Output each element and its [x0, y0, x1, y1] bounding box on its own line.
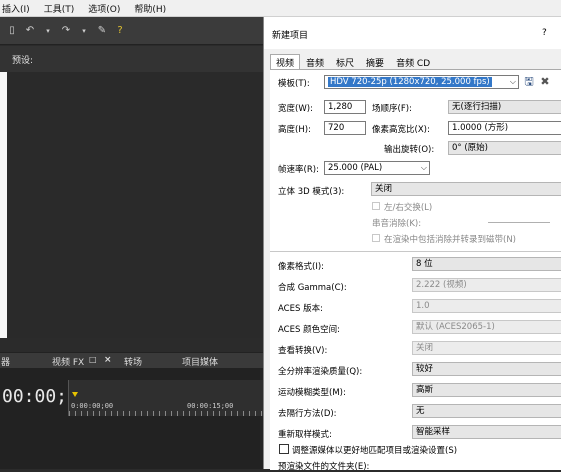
help-button[interactable]: ? — [542, 28, 547, 38]
tab-explorer[interactable]: 器 — [1, 355, 10, 368]
left-edge-panel — [0, 72, 7, 338]
adjust-media-label: 调整源媒体以更好地匹配项目或渲染设置(S) — [292, 446, 458, 456]
pixel-aspect-label: 像素高宽比(X): — [372, 125, 430, 135]
timeline-ruler[interactable]: 0:00:00;00 00:00:15;00 — [68, 380, 264, 416]
redo-dropdown-icon[interactable]: ▾ — [78, 25, 90, 37]
swap-lr-checkbox[interactable] — [372, 202, 380, 210]
height-input[interactable]: 720 — [324, 121, 366, 135]
menu-help[interactable]: 帮助(H) — [134, 2, 166, 15]
tab-transitions[interactable]: 转场 — [124, 355, 142, 368]
chevron-down-icon: ⌵ — [509, 77, 516, 86]
pixel-format-label: 像素格式(I): — [278, 262, 325, 272]
chevron-down-icon: ⌵ — [420, 163, 427, 172]
frame-rate-label: 帧速率(R): — [278, 165, 319, 175]
video-settings-panel: 模板(T): HDV 720-25p (1280x720, 25.000 fps… — [270, 69, 561, 472]
output-rotation-select[interactable]: 0° (原始) — [448, 141, 561, 155]
ruler-ticks — [69, 411, 264, 416]
tab-audio[interactable]: 音频 — [300, 54, 330, 69]
aces-version-label: ACES 版本: — [278, 304, 323, 314]
menu-insert[interactable]: 插入(I) — [2, 2, 30, 15]
maximize-icon[interactable]: □ — [89, 355, 97, 364]
preview-panel — [7, 72, 263, 338]
stereo3d-label: 立体 3D 模式(3): — [278, 187, 345, 197]
width-label: 宽度(W): — [278, 104, 313, 114]
undo-icon[interactable]: ↶ — [24, 25, 36, 37]
include-crosstalk-label: 在渲染中包括消除并转录到磁带(N) — [384, 235, 516, 245]
new-project-dialog: 新建项目 ? 视频 音频 标尺 摘要 音频 CD 模板(T): HDV 720-… — [263, 17, 561, 472]
redo-icon[interactable]: ↷ — [60, 25, 72, 37]
gamma-select[interactable]: 2.222 (视频) — [412, 278, 561, 292]
delete-template-icon[interactable]: ✖ — [538, 75, 552, 89]
include-crosstalk-checkbox[interactable] — [372, 234, 380, 242]
template-select[interactable]: HDV 720-25p (1280x720, 25.000 fps) ⌵ — [324, 75, 519, 89]
dialog-titlebar: 新建项目 ? — [264, 17, 561, 49]
resample-label: 重新取样模式: — [278, 430, 332, 440]
aces-version-select[interactable]: 1.0 — [412, 299, 561, 313]
menu-bar: 插入(I) 工具(T) 选项(O) 帮助(H) — [0, 0, 561, 17]
pixel-format-select[interactable]: 8 位 — [412, 257, 561, 271]
prerender-folder-label: 预渲染文件的文件夹(E): — [278, 462, 370, 472]
tab-ruler[interactable]: 标尺 — [330, 54, 360, 69]
adjust-media-checkbox[interactable] — [279, 444, 289, 454]
render-quality-select[interactable]: 较好 — [412, 362, 561, 376]
crosstalk-slider[interactable] — [488, 222, 550, 223]
menu-tools[interactable]: 工具(T) — [44, 2, 75, 15]
resample-select[interactable]: 智能采样 — [412, 425, 561, 439]
preset-label: 预设: — [12, 56, 34, 66]
aces-color-label: ACES 颜色空间: — [278, 325, 340, 335]
deinterlace-select[interactable]: 无 — [412, 404, 561, 418]
main-toolbar: ▯ ↶ ▾ ↷ ▾ ✎ ? — [0, 17, 263, 45]
properties-icon[interactable]: ✎ — [96, 25, 108, 37]
aces-color-select[interactable]: 默认 (ACES2065-1) — [412, 320, 561, 334]
template-label: 模板(T): — [278, 79, 310, 89]
ruler-start-label: 0:00:00;00 — [71, 402, 114, 410]
render-quality-label: 全分辨率渲染质量(Q): — [278, 367, 363, 377]
width-input[interactable]: 1,280 — [324, 100, 366, 114]
menu-options[interactable]: 选项(O) — [88, 2, 120, 15]
output-rotation-label: 输出旋转(O): — [384, 145, 435, 155]
gamma-label: 合成 Gamma(C): — [278, 283, 347, 293]
frame-rate-value: 25.000 (PAL) — [328, 163, 383, 173]
ruler-mid-label: 00:00:15;00 — [187, 402, 234, 410]
field-order-select[interactable]: 无(逐行扫描) — [448, 100, 561, 114]
crosstalk-label: 串音消除(K): — [372, 219, 422, 229]
stereo3d-select[interactable]: 关闭 — [371, 182, 561, 196]
tab-video[interactable]: 视频 — [270, 54, 301, 69]
deinterlace-label: 去隔行方法(D): — [278, 409, 337, 419]
playhead-marker-icon[interactable] — [72, 392, 78, 397]
save-template-icon[interactable]: 🖫 — [522, 75, 536, 89]
section-divider — [270, 251, 561, 252]
paste-icon[interactable]: ▯ — [6, 25, 18, 37]
timeline-area: 00:00;00 0:00:00;00 00:00:15;00 — [0, 368, 264, 469]
docked-tab-bar: 器 视频 FX □ × 转场 项目媒体 — [0, 352, 263, 368]
preview-header: 预设: — [0, 46, 263, 73]
help-pointer-icon[interactable]: ? — [114, 25, 126, 37]
field-order-label: 场顺序(F): — [372, 104, 412, 114]
close-icon[interactable]: × — [104, 355, 112, 365]
motion-blur-select[interactable]: 高斯 — [412, 383, 561, 397]
tab-video-fx[interactable]: 视频 FX — [52, 355, 84, 368]
frame-rate-select[interactable]: 25.000 (PAL) ⌵ — [324, 161, 430, 175]
tab-project-media[interactable]: 项目媒体 — [182, 355, 218, 368]
height-label: 高度(H): — [278, 125, 311, 135]
view-transform-select[interactable]: 关闭 — [412, 341, 561, 355]
swap-lr-label: 左/右交换(L) — [384, 203, 433, 213]
view-transform-label: 查看转换(V): — [278, 346, 328, 356]
motion-blur-label: 运动模糊类型(M): — [278, 388, 346, 398]
tab-summary[interactable]: 摘要 — [360, 54, 390, 69]
pixel-aspect-select[interactable]: 1.0000 (方形) — [448, 121, 561, 135]
undo-dropdown-icon[interactable]: ▾ — [42, 25, 54, 37]
template-value: HDV 720-25p (1280x720, 25.000 fps) — [328, 77, 492, 87]
tab-audio-cd[interactable]: 音频 CD — [390, 54, 436, 69]
dialog-title: 新建项目 — [272, 31, 309, 41]
dialog-tabs: 视频 音频 标尺 摘要 音频 CD — [270, 54, 436, 69]
